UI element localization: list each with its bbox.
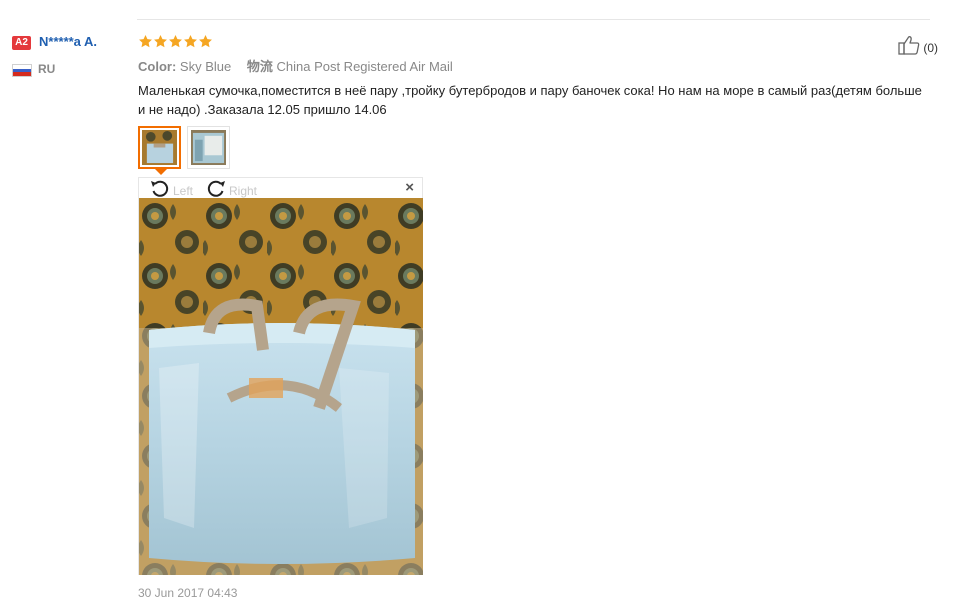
rotate-left-label: Left — [173, 183, 194, 198]
thumbnail-photo-1[interactable] — [138, 126, 181, 175]
helpful-button[interactable]: (0) — [898, 35, 938, 60]
star-rating — [138, 34, 213, 49]
star-icon — [198, 34, 213, 49]
thumbnail-photo-2[interactable] — [187, 126, 230, 169]
shipping-label: 物流 — [246, 59, 273, 74]
rotate-right-label: Right — [229, 183, 258, 198]
color-value: Sky Blue — [179, 59, 232, 74]
viewer-toolbar: Left Right × — [139, 178, 422, 198]
review-text: Маленькая сумочка,поместится в неё пару … — [138, 83, 922, 117]
review-thumbnails — [138, 126, 230, 175]
review-attributes: Color: Sky Blue 物流 China Post Registered… — [138, 56, 453, 75]
thumbs-up-icon — [898, 35, 920, 60]
helpful-count: (0) — [923, 40, 938, 55]
review-photo — [139, 198, 423, 575]
previous-review-divider — [137, 19, 930, 20]
color-label: Color: — [138, 59, 177, 74]
reviewer-name: N*****a A. — [39, 34, 98, 49]
shipping-value: China Post Registered Air Mail — [276, 59, 453, 74]
buyer-level-badge: A2 — [12, 36, 31, 50]
photo-viewer: Left Right × — [138, 177, 423, 575]
reviewer-country: RU — [38, 62, 56, 76]
close-icon[interactable]: × — [405, 180, 414, 196]
star-icon — [168, 34, 183, 49]
star-icon — [138, 34, 153, 49]
review-date: 30 Jun 2017 04:43 — [138, 586, 238, 600]
star-icon — [183, 34, 198, 49]
flag-ru-icon — [12, 64, 32, 77]
review-item: A2 N*****a A. RU (0) Color: Sky Blue 物流 … — [12, 33, 942, 603]
star-icon — [153, 34, 168, 49]
